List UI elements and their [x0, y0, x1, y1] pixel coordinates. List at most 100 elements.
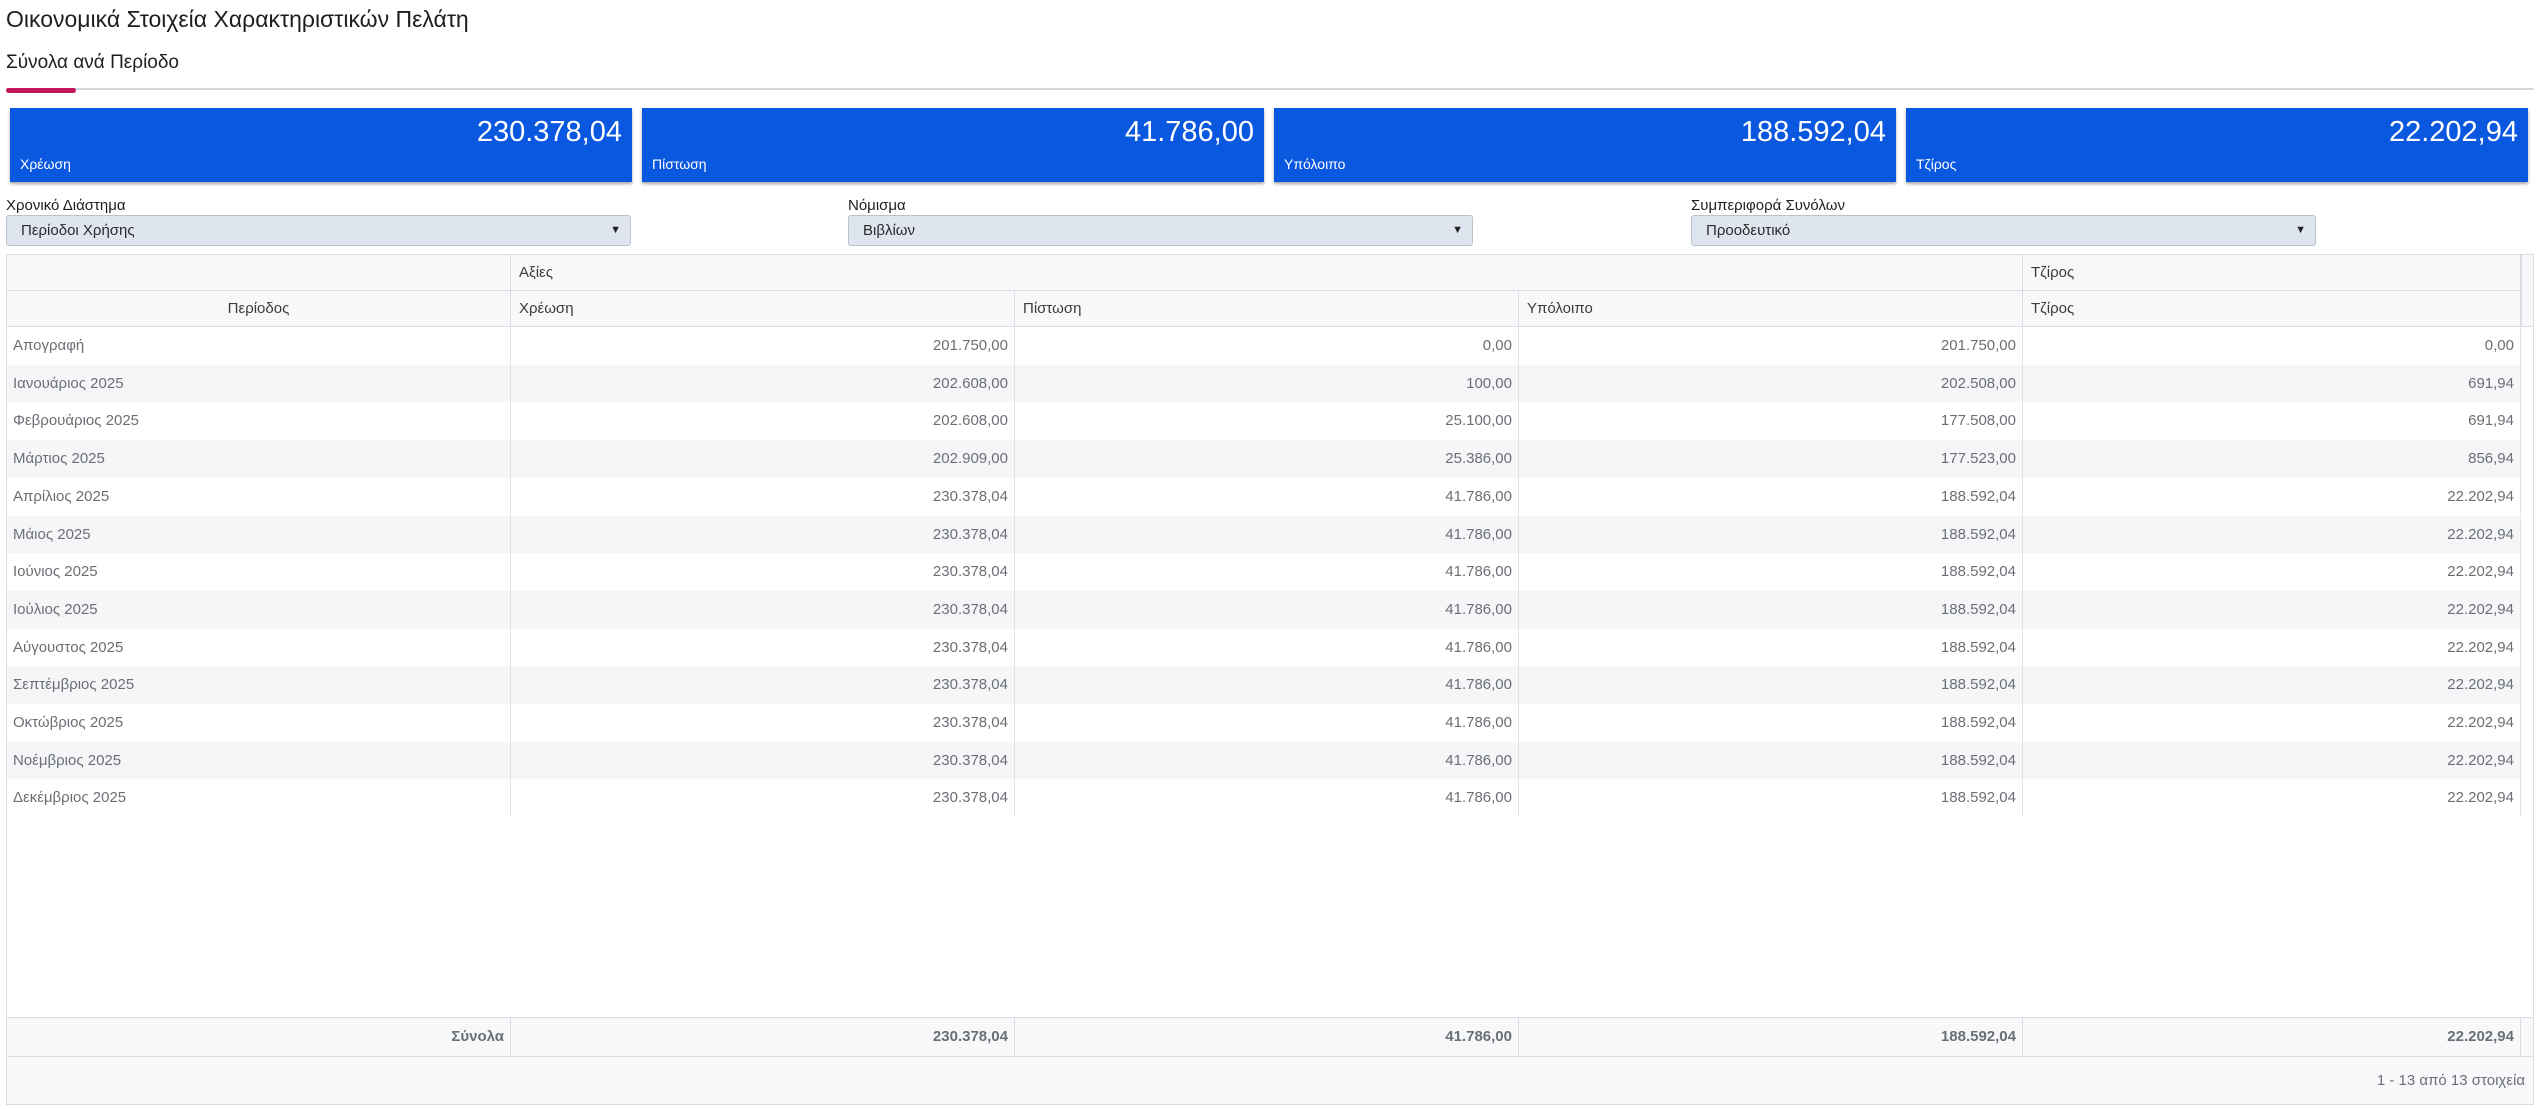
cell-debit: 230.378,04 [511, 590, 1015, 629]
cell-turnover: 22.202,94 [2023, 515, 2521, 554]
pager-info: 1 - 13 από 13 στοιχεία [2376, 1072, 2525, 1089]
table-row[interactable]: Ιούλιος 2025 230.378,04 41.786,00 188.592,0… [7, 590, 2521, 629]
header-blank [7, 255, 511, 291]
cell-debit: 230.378,04 [511, 477, 1015, 516]
currency-select[interactable]: Βιβλίων ▼ [848, 215, 1473, 246]
tab-strip: Σύνολα ανά Περίοδο [6, 52, 2534, 93]
cell-debit: 230.378,04 [511, 628, 1015, 667]
card-value: 22.202,94 [2388, 116, 2518, 148]
cell-debit: 201.750,00 [511, 327, 1015, 365]
cell-turnover: 22.202,94 [2023, 779, 2521, 818]
cell-debit: 230.378,04 [511, 704, 1015, 742]
cell-period: Δεκέμβριος 2025 [7, 779, 511, 818]
table-row[interactable]: Σεπτέμβριος 2025 230.378,04 41.786,00 188.5… [7, 666, 2521, 704]
cell-credit: 41.786,00 [1015, 590, 1519, 629]
cell-credit: 100,00 [1015, 364, 1519, 403]
cell-credit: 0,00 [1015, 327, 1519, 365]
cell-period: Ιούνιος 2025 [7, 553, 511, 591]
table-row[interactable]: Μάιος 2025 230.378,04 41.786,00 188.592,04 2… [7, 515, 2521, 554]
card-debit: 230.378,04 Χρέωση [10, 108, 632, 182]
cell-debit: 230.378,04 [511, 666, 1015, 704]
cell-credit: 25.386,00 [1015, 440, 1519, 478]
cell-balance: 188.592,04 [1519, 590, 2023, 629]
cell-period: Νοέμβριος 2025 [7, 741, 511, 780]
group-header-turnover: Τζίρος [2023, 255, 2521, 291]
cell-credit: 41.786,00 [1015, 666, 1519, 704]
cell-debit: 202.909,00 [511, 440, 1015, 478]
filter-time-range: Χρονικό Διάστημα Περίοδοι Χρήσης ▼ [6, 196, 631, 246]
filters-bar: Χρονικό Διάστημα Περίοδοι Χρήσης ▼ Νόμισ… [6, 196, 2534, 248]
cell-balance: 188.592,04 [1519, 553, 2023, 591]
cell-balance: 188.592,04 [1519, 515, 2023, 554]
column-header-balance[interactable]: Υπόλοιπο [1519, 291, 2023, 327]
cell-turnover: 856,94 [2023, 440, 2521, 478]
card-balance: 188.592,04 Υπόλοιπο [1274, 108, 1896, 182]
cell-credit: 41.786,00 [1015, 553, 1519, 591]
cell-balance: 188.592,04 [1519, 666, 2023, 704]
footer-turnover-total: 22.202,94 [2023, 1018, 2521, 1056]
card-label: Υπόλοιπο [1284, 156, 1346, 172]
grid-header: Αξίες Τζίρος Περίοδος Χρέωση Πίστωση Υπό… [7, 255, 2533, 327]
column-header-credit[interactable]: Πίστωση [1015, 291, 1519, 327]
select-value: Προοδευτικό [1706, 222, 1791, 239]
caret-down-icon: ▼ [1452, 224, 1463, 236]
caret-down-icon: ▼ [610, 224, 621, 236]
cell-turnover: 691,94 [2023, 364, 2521, 403]
cell-period: Οκτώβριος 2025 [7, 704, 511, 742]
grid-footer: Σύνολα 230.378,04 41.786,00 188.592,04 2… [7, 1017, 2533, 1057]
cell-balance: 188.592,04 [1519, 628, 2023, 667]
cell-balance: 188.592,04 [1519, 779, 2023, 818]
scrollbar-gutter [2521, 255, 2533, 327]
cell-period: Μάρτιος 2025 [7, 440, 511, 478]
table-row[interactable]: Οκτώβριος 2025 230.378,04 41.786,00 188.592… [7, 704, 2521, 742]
card-label: Τζίρος [1916, 156, 1957, 172]
cell-debit: 202.608,00 [511, 402, 1015, 441]
table-row[interactable]: Φεβρουάριος 2025 202.608,00 25.100,00 177.5… [7, 402, 2521, 441]
cell-turnover: 691,94 [2023, 402, 2521, 441]
table-row[interactable]: Απρίλιος 2025 230.378,04 41.786,00 188.592,… [7, 477, 2521, 516]
column-header-debit[interactable]: Χρέωση [511, 291, 1015, 327]
table-row[interactable]: Αύγουστος 2025 230.378,04 41.786,00 188.592… [7, 628, 2521, 667]
cell-credit: 41.786,00 [1015, 515, 1519, 554]
column-header-period[interactable]: Περίοδος [7, 291, 511, 327]
totals-behavior-select[interactable]: Προοδευτικό ▼ [1691, 215, 2316, 246]
cell-debit: 230.378,04 [511, 553, 1015, 591]
cell-debit: 230.378,04 [511, 741, 1015, 780]
cell-turnover: 22.202,94 [2023, 477, 2521, 516]
cell-balance: 201.750,00 [1519, 327, 2023, 365]
card-label: Χρέωση [20, 156, 71, 172]
cell-period: Ιανουάριος 2025 [7, 364, 511, 403]
cell-period: Σεπτέμβριος 2025 [7, 666, 511, 704]
cell-period: Φεβρουάριος 2025 [7, 402, 511, 441]
table-row[interactable]: Νοέμβριος 2025 230.378,04 41.786,00 188.592… [7, 741, 2521, 780]
page-title: Οικονομικά Στοιχεία Χαρακτηριστικών Πελά… [6, 6, 469, 32]
table-row[interactable]: Ιανουάριος 2025 202.608,00 100,00 202.508,0… [7, 364, 2521, 403]
filter-label: Χρονικό Διάστημα [6, 197, 126, 214]
select-value: Βιβλίων [863, 222, 916, 239]
footer-debit-total: 230.378,04 [511, 1018, 1015, 1056]
cell-credit: 41.786,00 [1015, 779, 1519, 818]
cell-credit: 41.786,00 [1015, 741, 1519, 780]
cell-debit: 202.608,00 [511, 364, 1015, 403]
cell-period: Μάιος 2025 [7, 515, 511, 554]
table-row[interactable]: Ιούνιος 2025 230.378,04 41.786,00 188.592,0… [7, 553, 2521, 591]
cell-balance: 177.523,00 [1519, 440, 2023, 478]
time-range-select[interactable]: Περίοδοι Χρήσης ▼ [6, 215, 631, 246]
column-header-turnover[interactable]: Τζίρος [2023, 291, 2521, 327]
grid-body: Απογραφή 201.750,00 0,00 201.750,00 0,00 Ιανο… [7, 327, 2533, 1017]
tab-totals-per-period[interactable]: Σύνολα ανά Περίοδο [6, 52, 179, 93]
cell-turnover: 22.202,94 [2023, 628, 2521, 667]
filter-label: Συμπεριφορά Συνόλων [1691, 197, 1845, 214]
cell-turnover: 0,00 [2023, 327, 2521, 365]
group-header-values: Αξίες [511, 255, 2023, 291]
cell-turnover: 22.202,94 [2023, 666, 2521, 704]
active-tab-indicator [6, 88, 76, 93]
table-row[interactable]: Δεκέμβριος 2025 230.378,04 41.786,00 188.59… [7, 779, 2521, 818]
cell-period: Απρίλιος 2025 [7, 477, 511, 516]
cell-balance: 188.592,04 [1519, 704, 2023, 742]
totals-grid: Αξίες Τζίρος Περίοδος Χρέωση Πίστωση Υπό… [6, 254, 2534, 1105]
tab-label: Σύνολα ανά Περίοδο [6, 52, 179, 73]
cell-credit: 25.100,00 [1015, 402, 1519, 441]
table-row[interactable]: Μάρτιος 2025 202.909,00 25.386,00 177.523,0… [7, 440, 2521, 478]
table-row[interactable]: Απογραφή 201.750,00 0,00 201.750,00 0,00 [7, 327, 2521, 365]
